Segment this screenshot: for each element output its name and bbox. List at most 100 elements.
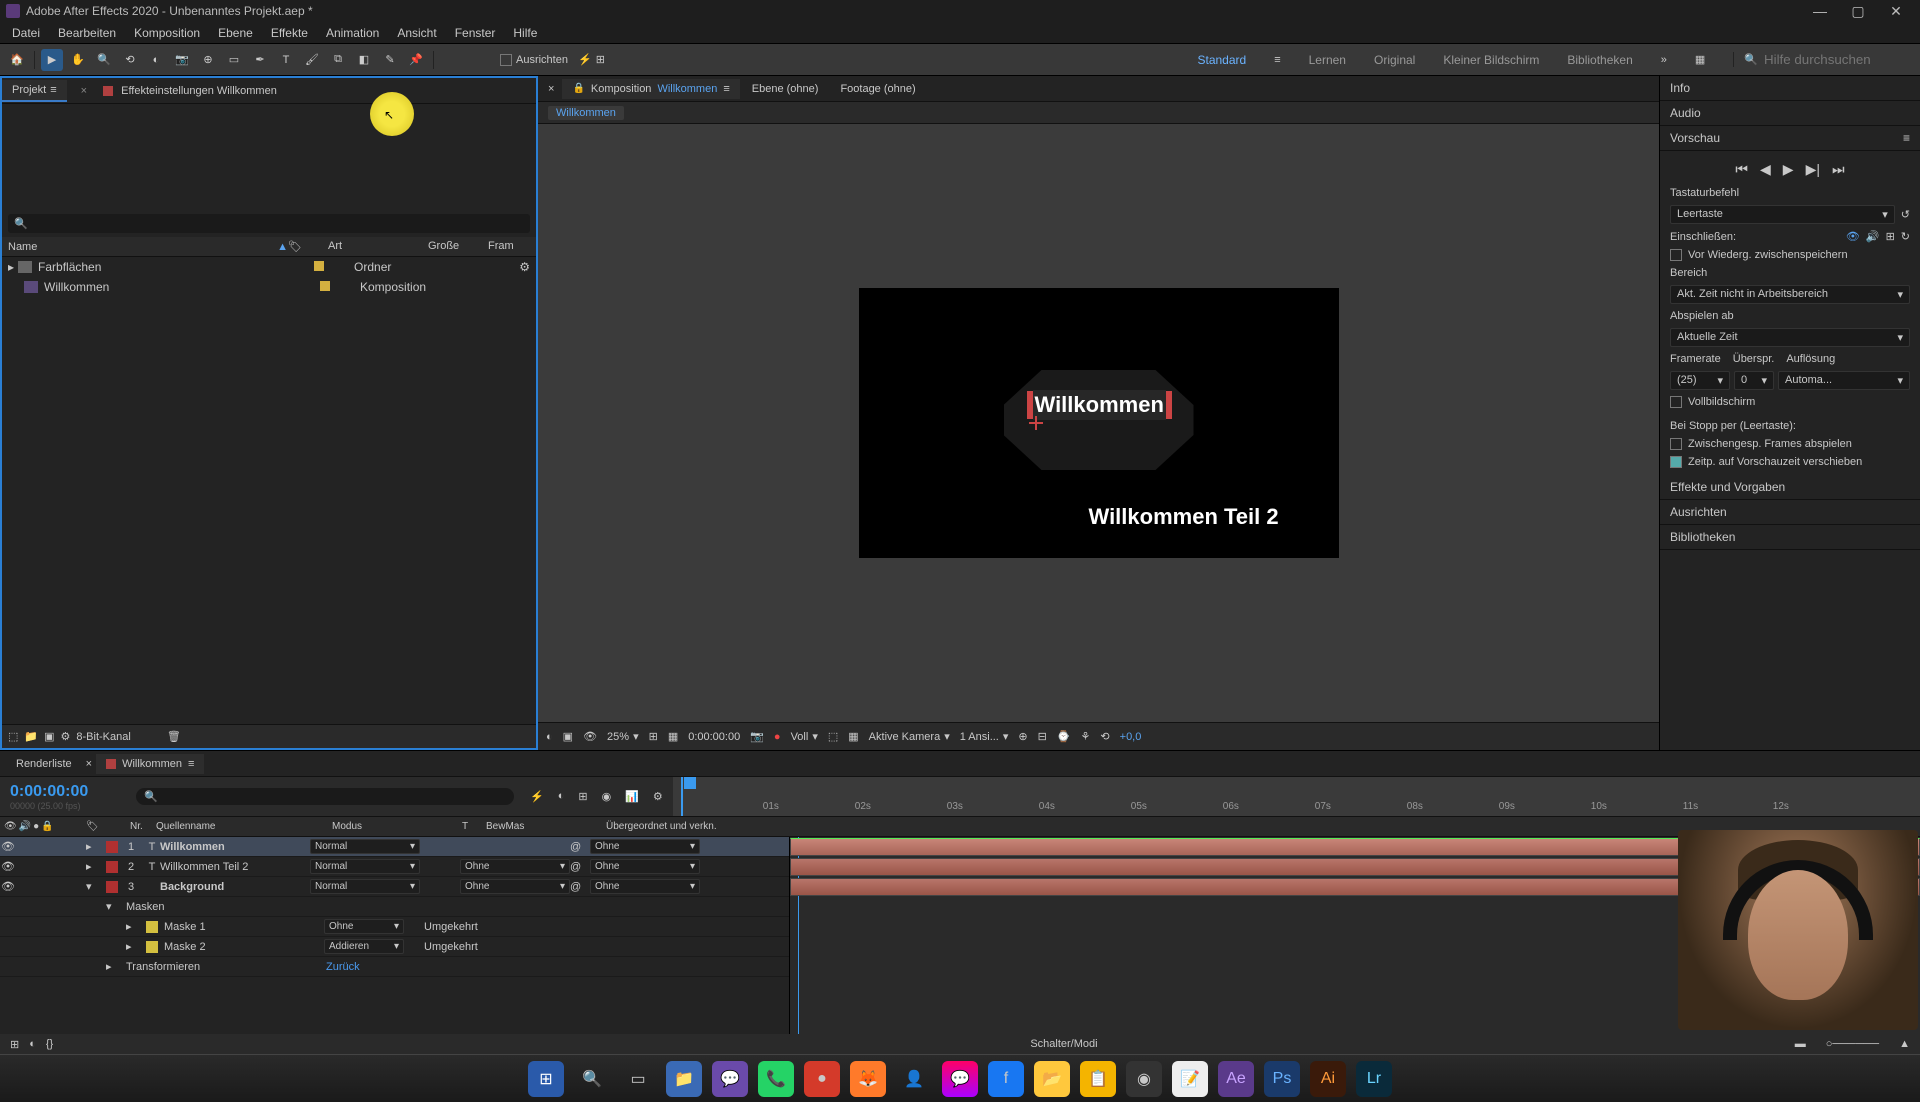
explorer-icon[interactable]: 📁 — [666, 1061, 702, 1097]
photoshop-icon[interactable]: Ps — [1264, 1061, 1300, 1097]
layer-name[interactable]: Background — [160, 881, 310, 893]
selection-tool[interactable]: ▶ — [41, 49, 63, 71]
tab-project[interactable]: Projekt ≡ — [2, 80, 67, 102]
next-frame-icon[interactable]: ▶| — [1806, 161, 1820, 178]
snap-opt2-icon[interactable]: ⊞ — [596, 53, 605, 66]
visibility-toggle[interactable]: 👁 — [0, 880, 16, 893]
workspace-klein[interactable]: Kleiner Bildschirm — [1443, 53, 1539, 67]
workspace-bibl[interactable]: Bibliotheken — [1567, 53, 1632, 67]
menu-ansicht[interactable]: Ansicht — [389, 24, 444, 42]
app1-icon[interactable]: ● — [804, 1061, 840, 1097]
mask-2-row[interactable]: ▸ Maske 2 Addieren▾ Umgekehrt — [0, 937, 789, 957]
stopmove-checkbox[interactable] — [1670, 456, 1682, 468]
timeline-icon[interactable]: ⌚ — [1057, 730, 1071, 743]
menu-effekte[interactable]: Effekte — [263, 24, 316, 42]
brainstorm-icon[interactable]: ⚙ — [653, 790, 663, 803]
mask-name[interactable]: Maske 1 — [158, 921, 324, 933]
prev-frame-icon[interactable]: ◀ — [1760, 161, 1771, 178]
zoom-out-icon[interactable]: ▬ — [1795, 1038, 1806, 1050]
parent-dropdown[interactable]: Ohne▾ — [590, 879, 700, 894]
mask-inverted-label[interactable]: Umgekehrt — [404, 921, 524, 933]
col-nr-label[interactable]: Nr. — [130, 821, 156, 832]
menu-ebene[interactable]: Ebene — [210, 24, 261, 42]
firefox-icon[interactable]: 🦊 — [850, 1061, 886, 1097]
shape-tool[interactable]: ▭ — [223, 49, 245, 71]
draft-icon[interactable]: ▣ — [563, 730, 573, 743]
cache-checkbox[interactable] — [1670, 249, 1682, 261]
col-frame-label[interactable]: Fram — [488, 240, 514, 253]
notepad-icon[interactable]: 📝 — [1172, 1061, 1208, 1097]
expand-icon[interactable]: ▸ — [8, 260, 14, 274]
alpha-icon[interactable]: ◐ — [546, 731, 553, 743]
visibility-toggle[interactable]: 👁 — [0, 840, 16, 853]
reset-icon[interactable]: ↺ — [1901, 208, 1910, 221]
chevron-down-icon[interactable]: ▾ — [944, 730, 950, 743]
text-tool[interactable]: T — [275, 49, 297, 71]
flowchart-item[interactable]: Willkommen — [548, 106, 624, 120]
sort-icon[interactable]: ▲ — [277, 241, 288, 253]
reset-exp-icon[interactable]: ⟲ — [1100, 730, 1109, 743]
trkmat-dropdown[interactable]: Ohne▾ — [460, 879, 570, 894]
adjust-icon[interactable]: ⚙ — [61, 730, 71, 743]
roto-tool[interactable]: ✎ — [379, 49, 401, 71]
files-icon[interactable]: 📂 — [1034, 1061, 1070, 1097]
roi-icon[interactable]: ⬚ — [828, 730, 838, 743]
snapshot-icon[interactable]: 📷 — [750, 730, 764, 743]
mode-dropdown[interactable]: Normal▾ — [310, 839, 420, 854]
mask-name[interactable]: Maske 2 — [158, 941, 324, 953]
chevron-down-icon[interactable]: ▾ — [812, 730, 818, 743]
timeline-search[interactable]: 🔍 — [136, 788, 514, 805]
tab-close[interactable]: × — [542, 83, 560, 95]
toggle-switches-icon[interactable]: ⊞ — [10, 1038, 19, 1051]
align-panel-header[interactable]: Ausrichten — [1660, 500, 1920, 525]
vr-icon[interactable]: ⊕ — [1018, 730, 1027, 743]
exposure-value[interactable]: +0,0 — [1120, 731, 1142, 743]
mode-dropdown[interactable]: Normal▾ — [310, 879, 420, 894]
snap-checkbox[interactable] — [500, 54, 512, 66]
camera-dropdown[interactable]: Aktive Kamera — [869, 731, 941, 743]
tab-effect-controls[interactable]: Effekteinstellungen Willkommen — [93, 81, 287, 101]
workspace-menu-icon[interactable]: ≡ — [1274, 54, 1280, 66]
playfrom-dropdown[interactable]: Aktuelle Zeit▾ — [1670, 328, 1910, 347]
workspace-lernen[interactable]: Lernen — [1309, 53, 1346, 67]
grid-icon[interactable]: ▦ — [668, 730, 678, 743]
bit-depth-button[interactable]: 8-Bit-Kanal — [76, 731, 130, 743]
anchor-tool[interactable]: ⊕ — [197, 49, 219, 71]
maximize-button[interactable]: ▢ — [1848, 1, 1868, 21]
orbit-tool[interactable]: ⟲ — [119, 49, 141, 71]
pickwhip-icon[interactable]: @ — [570, 881, 590, 893]
rotate-tool[interactable]: ◐ — [145, 49, 167, 71]
tab-project-close[interactable]: × — [81, 85, 87, 97]
whatsapp-icon[interactable]: 📞 — [758, 1061, 794, 1097]
views-dropdown[interactable]: 1 Ansi... — [960, 731, 999, 743]
timeline-timecode[interactable]: 0:00:00:00 00000 (25.00 fps) — [0, 783, 130, 811]
facebook-icon[interactable]: f — [988, 1061, 1024, 1097]
menu-fenster[interactable]: Fenster — [447, 24, 504, 42]
panel-menu-icon[interactable]: ≡ — [1903, 131, 1910, 145]
layer-color[interactable] — [106, 861, 118, 873]
tab-menu-icon[interactable]: ≡ — [50, 84, 56, 96]
mask-1-row[interactable]: ▸ Maske 1 Ohne▾ Umgekehrt — [0, 917, 789, 937]
fullscreen-checkbox[interactable] — [1670, 396, 1682, 408]
info-panel-header[interactable]: Info — [1660, 76, 1920, 101]
collapse-icon[interactable]: ▾ — [86, 880, 106, 893]
libraries-panel-header[interactable]: Bibliotheken — [1660, 525, 1920, 550]
interpret-icon[interactable]: ⬚ — [8, 730, 18, 743]
col-name-label[interactable]: Name — [8, 241, 37, 253]
messenger-icon[interactable]: 💬 — [942, 1061, 978, 1097]
toggle-in-out-icon[interactable]: {} — [46, 1038, 53, 1051]
pickwhip-icon[interactable]: @ — [570, 841, 590, 853]
col-label-icon[interactable]: 🏷 — [86, 821, 99, 832]
pen-tool[interactable]: ✒ — [249, 49, 271, 71]
audio-toggle-icon[interactable]: 🔊 — [1866, 230, 1880, 243]
frameblend-icon[interactable]: ⊞ — [578, 790, 587, 803]
composition-viewer[interactable]: Willkommen Willkommen Teil 2 — [538, 124, 1659, 722]
play-icon[interactable]: ▶ — [1783, 161, 1794, 178]
chevron-down-icon[interactable]: ▾ — [1003, 730, 1009, 743]
mode-dropdown[interactable]: Normal▾ — [310, 859, 420, 874]
loop-icon[interactable]: ↻ — [1901, 230, 1910, 243]
footer-label[interactable]: Schalter/Modi — [1030, 1038, 1097, 1050]
effects-presets-header[interactable]: Effekte und Vorgaben — [1660, 475, 1920, 500]
layer-name[interactable]: Willkommen Teil 2 — [160, 861, 310, 873]
col-mode-label[interactable]: Modus — [332, 821, 462, 832]
